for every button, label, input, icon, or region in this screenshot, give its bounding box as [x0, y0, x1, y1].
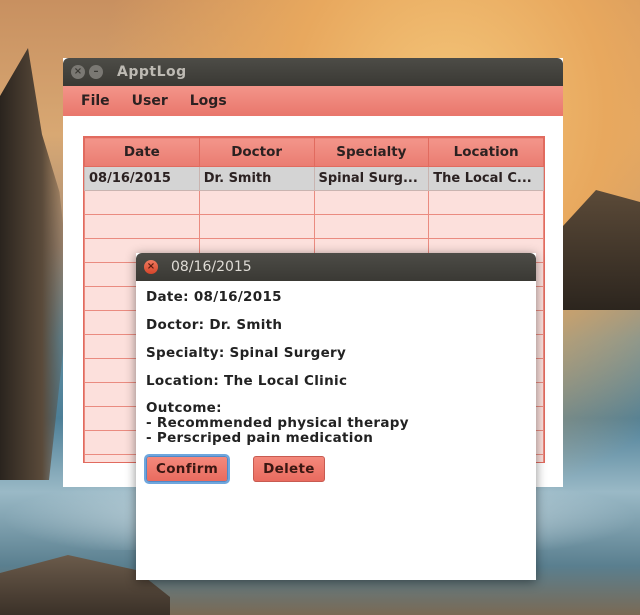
column-header-date[interactable]: Date [84, 137, 200, 167]
delete-button[interactable]: Delete [253, 456, 325, 482]
dialog-title: 08/16/2015 [171, 259, 252, 275]
table-cell-date: 08/16/2015 [84, 166, 200, 191]
dialog-body: Date: 08/16/2015 Doctor: Dr. Smith Speci… [136, 281, 536, 490]
minimize-icon[interactable]: – [89, 65, 103, 79]
dialog-titlebar: × 08/16/2015 [136, 253, 536, 281]
table-cell-empty [428, 214, 544, 239]
table-cell-empty [313, 190, 430, 215]
menu-user[interactable]: User [132, 93, 168, 109]
detail-date: Date: 08/16/2015 [146, 289, 282, 305]
detail-location: Location: The Local Clinic [146, 373, 348, 389]
table-row[interactable]: 08/16/2015 Dr. Smith Spinal Surg... The … [84, 166, 544, 191]
confirm-button[interactable]: Confirm [146, 456, 229, 482]
detail-specialty: Specialty: Spinal Surgery [146, 345, 347, 361]
menu-file[interactable]: File [81, 93, 110, 109]
window-title: ApptLog [117, 64, 187, 80]
desktop-rock-left [0, 48, 70, 480]
close-icon[interactable]: × [71, 65, 85, 79]
menu-bar: File User Logs [63, 86, 563, 116]
outcome-label: Outcome: [146, 400, 222, 416]
detail-doctor: Doctor: Dr. Smith [146, 317, 283, 333]
table-cell-location: The Local C... [428, 166, 544, 191]
close-icon[interactable]: × [144, 260, 158, 274]
table-row-empty[interactable] [84, 190, 544, 215]
table-cell-specialty: Spinal Surg... [313, 166, 430, 191]
table-cell-empty [198, 214, 315, 239]
table-cell-empty [428, 190, 544, 215]
table-cell-doctor: Dr. Smith [198, 166, 315, 191]
detail-outcome: Outcome: - Recommended physical therapy … [146, 401, 526, 446]
column-header-specialty[interactable]: Specialty [313, 137, 430, 167]
table-header-row: Date Doctor Specialty Location [84, 137, 544, 167]
table-cell-empty [198, 190, 315, 215]
column-header-doctor[interactable]: Doctor [198, 137, 315, 167]
outcome-item: - Recommended physical therapy [146, 415, 409, 431]
table-cell-empty [313, 214, 430, 239]
table-cell-empty [84, 190, 200, 215]
main-titlebar: × – ApptLog [63, 58, 563, 86]
appointment-detail-dialog: × 08/16/2015 Date: 08/16/2015 Doctor: Dr… [136, 253, 536, 580]
outcome-item: - Perscriped pain medication [146, 430, 374, 446]
column-header-location[interactable]: Location [428, 137, 544, 167]
menu-logs[interactable]: Logs [190, 93, 227, 109]
table-cell-empty [84, 214, 200, 239]
table-row-empty[interactable] [84, 214, 544, 239]
dialog-button-row: Confirm Delete [146, 456, 526, 482]
